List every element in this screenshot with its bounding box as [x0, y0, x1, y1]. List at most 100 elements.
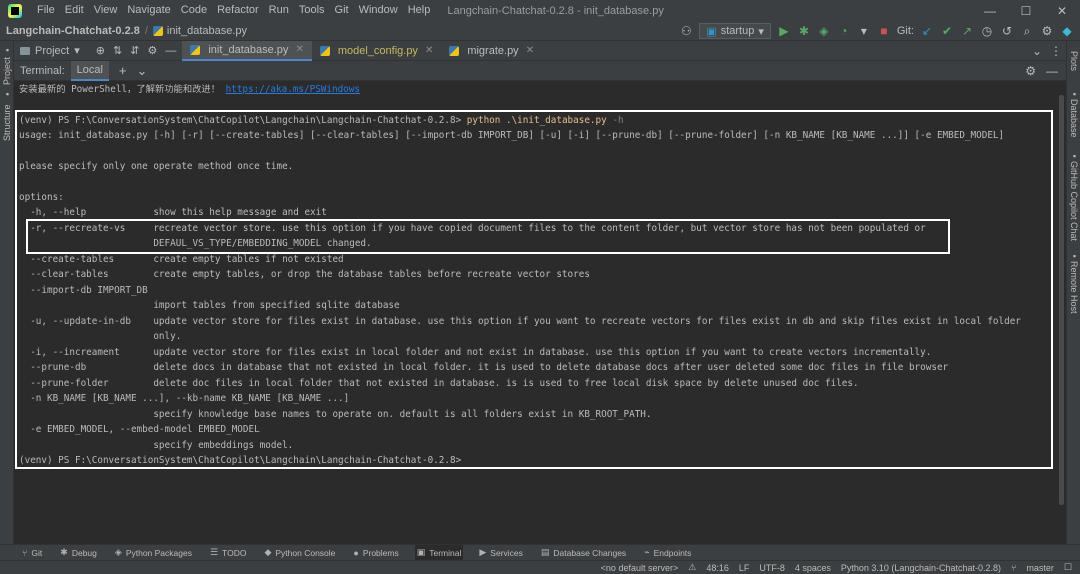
stop-icon[interactable]: ■ — [877, 24, 891, 38]
terminal-output[interactable]: 安装最新的 PowerShell，了解新功能和改进！ https://aka.m… — [14, 81, 1060, 544]
profile-icon[interactable]: ◔ — [837, 24, 851, 38]
packages-icon: ◈ — [114, 547, 122, 557]
menu-tools[interactable]: Tools — [294, 0, 330, 21]
close-tab-icon[interactable]: ✕ — [295, 44, 303, 55]
menu-git[interactable]: Git — [330, 0, 354, 21]
add-user-icon[interactable]: ⚇ — [679, 24, 693, 38]
git-commit-icon[interactable]: ✔ — [940, 24, 954, 38]
plugin-icon[interactable]: ◆ — [1060, 24, 1074, 38]
menu-view[interactable]: View — [89, 0, 123, 21]
run-config-selector[interactable]: ▣ startup ▾ — [699, 23, 771, 39]
line-separator[interactable]: LF — [739, 563, 750, 573]
remote-host-tool-icon: ▪ — [1072, 251, 1077, 261]
hide-terminal-icon[interactable]: — — [1046, 64, 1058, 78]
menu-run[interactable]: Run — [264, 0, 294, 21]
bottom-tool-git[interactable]: ⑂ Git — [20, 545, 44, 561]
file-encoding[interactable]: UTF-8 — [759, 563, 785, 573]
git-branch[interactable]: master — [1026, 563, 1054, 573]
powershell-notice-line: 安装最新的 PowerShell，了解新功能和改进！ https://aka.m… — [19, 83, 360, 97]
bottom-tool-endpoints[interactable]: ⌁ Endpoints — [642, 545, 693, 561]
powershell-notice: 安装最新的 PowerShell，了解新功能和改进！ — [19, 84, 221, 95]
python-interpreter[interactable]: Python 3.10 (Langchain-Chatchat-0.2.8) — [841, 563, 1001, 573]
cursor-position[interactable]: 48:16 — [706, 563, 729, 573]
more-options-icon[interactable]: ⋮ — [1050, 44, 1062, 58]
bottom-tool-python-packages[interactable]: ◈ Python Packages — [113, 545, 194, 561]
search-everywhere-icon[interactable]: ⌕ — [1020, 24, 1034, 39]
structure-tool-icon: ▪ — [5, 89, 10, 99]
terminal-tab-local[interactable]: Local — [70, 60, 109, 81]
notifications-icon[interactable]: ☐ — [1064, 562, 1072, 573]
debug-icon[interactable]: ✱ — [797, 24, 811, 38]
close-window-button[interactable]: ✕ — [1044, 0, 1080, 21]
pycharm-logo-icon — [8, 3, 22, 18]
bottom-tool-terminal[interactable]: ▣ Terminal — [414, 544, 464, 561]
bottom-tool-debug[interactable]: ✱ Debug — [58, 545, 99, 561]
run-icon[interactable]: ▶ — [777, 24, 791, 38]
terminal-settings-gear-icon[interactable]: ⚙ — [1025, 64, 1036, 78]
menu-bar: File Edit View Navigate Code Refactor Ru… — [0, 0, 1080, 21]
project-view-selector[interactable]: Project ▾ — [14, 41, 86, 61]
bottom-tool-python-console[interactable]: ◆ Python Console — [262, 545, 337, 561]
git-update-icon[interactable]: ↙ — [920, 24, 934, 38]
menu-window[interactable]: Window — [354, 0, 403, 21]
menu-help[interactable]: Help — [403, 0, 436, 21]
menu-refactor[interactable]: Refactor — [212, 0, 264, 21]
server-icon: ⚠ — [688, 562, 697, 572]
bottom-tool-todo[interactable]: ☰ TODO — [208, 545, 248, 561]
options-gear-icon[interactable]: ⚙ — [147, 44, 157, 57]
database-tool-button[interactable]: Database — [1069, 99, 1079, 138]
hide-panel-icon[interactable]: — — [165, 45, 176, 57]
plots-tool-button[interactable]: Plots — [1069, 51, 1079, 71]
editor-tab-migrate[interactable]: migrate.py ✕ — [441, 41, 542, 61]
toolbar-right: ⚇ ▣ startup ▾ ▶ ✱ ◈ ◔ ▾ ■ Git: ↙ ✔ ↗ ◷ ↺… — [679, 21, 1074, 41]
more-run-options-icon[interactable]: ▾ — [857, 24, 871, 38]
server-status[interactable]: <no default server> — [601, 563, 679, 573]
python-console-icon: ◆ — [264, 547, 272, 557]
breadcrumb-project[interactable]: Langchain-Chatchat-0.2.8 — [6, 25, 140, 37]
bottom-tool-problems[interactable]: ● Problems — [351, 545, 400, 561]
menu-edit[interactable]: Edit — [60, 0, 89, 21]
close-tab-icon[interactable]: ✕ — [425, 45, 433, 56]
problems-icon: ● — [353, 547, 359, 558]
terminal-title: Terminal: — [20, 64, 65, 77]
remote-host-tool-button[interactable]: Remote Host — [1069, 261, 1079, 314]
breadcrumb-file-label: init_database.py — [166, 24, 248, 37]
settings-icon[interactable]: ⚙ — [1040, 24, 1054, 38]
history-icon[interactable]: ◷ — [980, 24, 994, 38]
close-tab-icon[interactable]: ✕ — [526, 45, 534, 56]
copilot-tool-icon: ▪ — [1072, 151, 1077, 161]
editor-tab-init-database[interactable]: init_database.py ✕ — [182, 40, 312, 61]
new-terminal-plus-icon[interactable]: + — [119, 63, 127, 78]
breadcrumb-file[interactable]: init_database.py — [152, 24, 248, 37]
menu-code[interactable]: Code — [176, 0, 212, 21]
bottom-tool-database-changes[interactable]: ▤ Database Changes — [539, 545, 628, 561]
collapse-all-icon[interactable]: ⇵ — [130, 44, 139, 57]
git-branch-icon: ⑂ — [1011, 562, 1017, 573]
terminal-icon: ▣ — [416, 547, 426, 557]
locate-file-icon[interactable]: ⊕ — [96, 44, 105, 57]
expand-all-icon[interactable]: ⇅ — [113, 44, 122, 57]
recent-tabs-chevron-icon[interactable]: ⌄ — [1032, 44, 1042, 58]
tabs-right-actions: ⌄ ⋮ — [1032, 41, 1062, 61]
terminal-chevron-down-icon[interactable]: ⌄ — [137, 63, 148, 79]
minimize-button[interactable]: — — [972, 0, 1008, 21]
project-tool-icons: ⊕ ⇅ ⇵ ⚙ — — [96, 44, 177, 58]
right-tool-stripe: Plots ▪ Database ▪ GitHub Copilot Chat ▪… — [1066, 41, 1080, 544]
menu-navigate[interactable]: Navigate — [122, 0, 175, 21]
coverage-icon[interactable]: ◈ — [817, 24, 831, 38]
editor-tab-model-config[interactable]: model_config.py ✕ — [312, 41, 442, 61]
bottom-tool-bar: ⑂ Git ✱ Debug ◈ Python Packages ☰ TODO ◆ Pyth… — [0, 544, 1080, 561]
rollback-icon[interactable]: ↺ — [1000, 24, 1014, 38]
indent-setting[interactable]: 4 spaces — [795, 563, 831, 573]
terminal-scrollbar[interactable] — [1059, 95, 1064, 505]
maximize-button[interactable]: ☐ — [1008, 0, 1044, 21]
menu-file[interactable]: File — [32, 0, 60, 21]
copilot-chat-tool-button[interactable]: GitHub Copilot Chat — [1069, 161, 1079, 241]
bottom-tool-services[interactable]: ▶ Services — [477, 545, 525, 561]
powershell-link[interactable]: https://aka.ms/PSWindows — [226, 84, 360, 95]
project-tool-button[interactable]: Project — [2, 57, 12, 85]
git-push-icon[interactable]: ↗ — [960, 24, 974, 38]
breadcrumb-separator: / — [144, 24, 148, 37]
bottom-tool-label: Python Console — [275, 547, 336, 558]
structure-tool-button[interactable]: Structure — [2, 104, 12, 141]
